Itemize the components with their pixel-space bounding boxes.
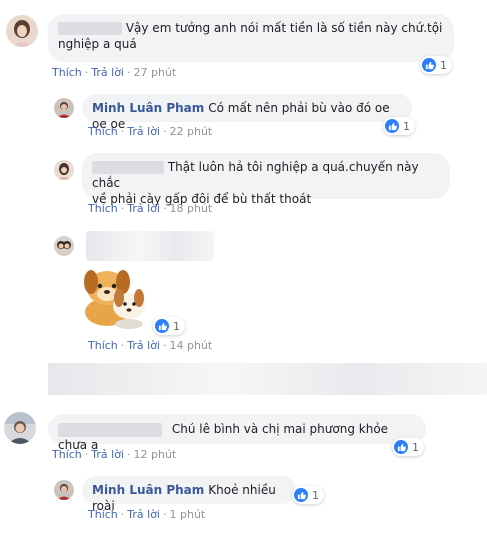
redacted-content (48, 363, 487, 395)
comment-actions: Thích · Trả lời · 27 phút (52, 66, 177, 79)
timestamp[interactable]: 14 phút (170, 339, 213, 352)
reaction-count[interactable]: 1 (153, 317, 185, 335)
avatar[interactable] (4, 412, 36, 444)
avatar[interactable] (54, 98, 74, 118)
reply-button[interactable]: Trả lời (127, 125, 160, 138)
comment-actions: Thích · Trả lời · 14 phút (88, 339, 213, 352)
reply-button[interactable]: Trả lời (127, 339, 160, 352)
comment-bubble: Chú lê bình và chị mai phương khỏe chưa … (48, 414, 426, 452)
comment-actions: Thích · Trả lời · 22 phút (88, 125, 213, 138)
comment-actions: Thích · Trả lời · 1 phút (88, 508, 206, 521)
reply-button[interactable]: Trả lời (91, 66, 124, 79)
like-reaction-icon (294, 488, 308, 502)
like-reaction-icon (422, 58, 436, 72)
reaction-count[interactable]: 1 (383, 117, 415, 135)
like-button[interactable]: Thích (52, 448, 82, 461)
reply-button[interactable]: Trả lời (127, 508, 160, 521)
like-reaction-icon (155, 319, 169, 333)
reaction-count[interactable]: 1 (392, 438, 424, 456)
comment-bubble: Minh Luân Pham Khoẻ nhiều roài (82, 476, 296, 513)
redacted-author-name[interactable] (92, 161, 164, 174)
comment-actions: Thích · Trả lời · 18 phút (88, 202, 213, 215)
reaction-count[interactable]: 1 (420, 56, 452, 74)
comment-text: Vậy em tưởng anh nói mất tiền là số tiền… (125, 21, 443, 35)
avatar[interactable] (54, 160, 74, 180)
timestamp[interactable]: 18 phút (170, 202, 213, 215)
reply-button[interactable]: Trả lời (91, 448, 124, 461)
dog-sticker-icon[interactable] (79, 266, 153, 330)
like-button[interactable]: Thích (88, 508, 118, 521)
avatar[interactable] (54, 480, 74, 500)
comment-bubble: Thật luôn hả tôi nghiệp a quá.chuyến này… (82, 153, 450, 206)
like-button[interactable]: Thích (88, 202, 118, 215)
like-button[interactable]: Thích (52, 66, 82, 79)
timestamp[interactable]: 22 phút (170, 125, 213, 138)
like-button[interactable]: Thích (88, 125, 118, 138)
timestamp[interactable]: 12 phút (134, 448, 177, 461)
timestamp[interactable]: 27 phút (134, 66, 177, 79)
comment-bubble: Vậy em tưởng anh nói mất tiền là số tiền… (48, 14, 454, 62)
comment-bubble: Minh Luân Pham Có mất nên phải bù vào đó … (82, 94, 412, 131)
like-reaction-icon (385, 119, 399, 133)
author-name[interactable]: Minh Luân Pham (92, 483, 204, 497)
redacted-author-name[interactable] (58, 422, 162, 437)
like-reaction-icon (394, 440, 408, 454)
reply-button[interactable]: Trả lời (127, 202, 160, 215)
redacted-author-name[interactable] (86, 231, 214, 261)
comment-text: nghiệp a quá (58, 37, 137, 51)
timestamp[interactable]: 1 phút (170, 508, 206, 521)
like-button[interactable]: Thích (88, 339, 118, 352)
author-name[interactable]: Minh Luân Pham (92, 101, 204, 115)
reaction-count[interactable]: 1 (292, 486, 324, 504)
redacted-author-name[interactable] (58, 22, 122, 35)
comment-actions: Thích · Trả lời · 12 phút (52, 448, 177, 461)
avatar[interactable] (54, 236, 74, 256)
avatar[interactable] (6, 15, 38, 47)
